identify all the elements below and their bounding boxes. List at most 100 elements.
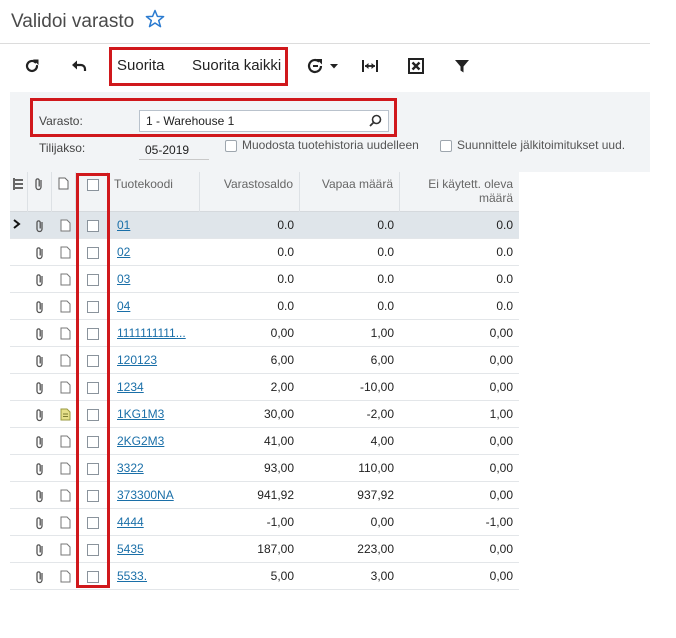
attachment-icon[interactable]	[34, 212, 54, 239]
available-value: 1,00	[370, 326, 394, 340]
unused-value: 0.0	[496, 272, 513, 286]
period-field[interactable]: 05-2019	[139, 141, 209, 160]
page-title: Validoi varasto	[11, 11, 135, 32]
product-code-link[interactable]: 5435	[111, 536, 200, 563]
note-icon[interactable]	[60, 428, 76, 455]
note-icon[interactable]	[60, 347, 76, 374]
unused-value: 0.0	[496, 299, 513, 313]
attachment-icon[interactable]	[34, 266, 54, 293]
unused-value: 0,00	[489, 434, 513, 448]
stock-value: 30,00	[263, 407, 294, 421]
available-value: 4,00	[370, 434, 394, 448]
available-value: 0.0	[377, 272, 394, 286]
plan-backorders-checkbox[interactable]	[440, 140, 452, 152]
product-code-link[interactable]: 04	[111, 293, 200, 320]
note-icon[interactable]	[60, 212, 76, 239]
unused-value: 0,00	[489, 569, 513, 583]
attachment-icon[interactable]	[34, 347, 54, 374]
stock-value: 941,92	[257, 488, 294, 502]
note-filled-icon[interactable]	[60, 401, 76, 428]
unused-value: 0.0	[496, 245, 513, 259]
note-icon[interactable]	[60, 509, 76, 536]
attachment-icon[interactable]	[34, 482, 54, 509]
current-row-arrow-icon	[10, 212, 28, 239]
available-value: 0.0	[377, 218, 394, 232]
toolbar: Suorita Suorita kaikki	[0, 45, 650, 89]
unused-value: 0,00	[489, 542, 513, 556]
note-icon[interactable]	[60, 320, 76, 347]
stock-value: 0.0	[277, 218, 294, 232]
product-code-link[interactable]: 02	[111, 239, 200, 266]
unused-value: -1,00	[485, 515, 513, 529]
stock-value: 0.0	[277, 245, 294, 259]
product-code-link[interactable]: 1KG1M3	[111, 401, 200, 428]
note-icon[interactable]	[60, 455, 76, 482]
product-code-link[interactable]: 1234	[111, 374, 200, 401]
attachment-header-icon	[28, 172, 52, 212]
filter-icon[interactable]	[450, 55, 474, 77]
available-value: 3,00	[370, 569, 394, 583]
attachment-icon[interactable]	[34, 428, 54, 455]
available-value: 110,00	[358, 461, 394, 475]
title-bar: Validoi varasto	[0, 0, 650, 44]
column-header-available[interactable]: Vapaa määrä	[300, 172, 400, 212]
refresh-icon[interactable]	[20, 55, 44, 77]
warehouse-value: 1 - Warehouse 1	[146, 114, 235, 128]
filter-form: Varasto: 1 - Warehouse 1 Tilijakso: 05-2…	[10, 92, 650, 172]
rebuild-history-checkbox[interactable]	[225, 140, 237, 152]
product-code-link[interactable]: 373300NA	[111, 482, 200, 509]
warehouse-field[interactable]: 1 - Warehouse 1	[139, 110, 389, 132]
selection-column-highlight	[76, 173, 110, 588]
note-icon[interactable]	[60, 482, 76, 509]
product-code-link[interactable]: 03	[111, 266, 200, 293]
available-value: 223,00	[357, 542, 394, 556]
undo-icon[interactable]	[67, 55, 91, 77]
run-button[interactable]: Suorita	[117, 57, 165, 74]
unused-value: 1,00	[489, 407, 513, 421]
export-excel-icon[interactable]	[404, 55, 428, 77]
attachment-icon[interactable]	[34, 293, 54, 320]
note-icon[interactable]	[60, 563, 76, 590]
search-icon[interactable]	[369, 114, 382, 130]
period-label: Tilijakso:	[39, 141, 86, 155]
stock-value: 93,00	[263, 461, 294, 475]
favorite-star-icon[interactable]	[145, 9, 165, 29]
product-code-link[interactable]: 5533.	[111, 563, 200, 590]
column-header-code[interactable]: Tuotekoodi	[108, 172, 200, 212]
attachment-icon[interactable]	[34, 563, 54, 590]
note-icon[interactable]	[60, 239, 76, 266]
available-value: 0,00	[370, 515, 394, 529]
note-icon[interactable]	[60, 536, 76, 563]
attachment-icon[interactable]	[34, 455, 54, 482]
product-code-link[interactable]: 3322	[111, 455, 200, 482]
note-icon[interactable]	[60, 374, 76, 401]
available-value: 6,00	[370, 353, 394, 367]
fit-columns-icon[interactable]	[358, 55, 382, 77]
product-code-link[interactable]: 01	[111, 212, 200, 239]
stock-value: 6,00	[270, 353, 294, 367]
attachment-icon[interactable]	[34, 401, 54, 428]
column-header-stock[interactable]: Varastosaldo	[200, 172, 300, 212]
available-value: -2,00	[366, 407, 394, 421]
action-menu-button[interactable]	[306, 55, 342, 77]
attachment-icon[interactable]	[34, 536, 54, 563]
column-header-unused[interactable]: Ei käytett. oleva määrä	[400, 172, 519, 212]
note-icon[interactable]	[60, 266, 76, 293]
row-selector-header-icon[interactable]	[10, 172, 28, 212]
product-code-link[interactable]: 1111111111...	[111, 320, 200, 347]
product-code-link[interactable]: 4444	[111, 509, 200, 536]
note-header-icon	[52, 172, 76, 212]
product-code-link[interactable]: 2KG2M3	[111, 428, 200, 455]
attachment-icon[interactable]	[34, 239, 54, 266]
run-all-button[interactable]: Suorita kaikki	[192, 57, 281, 74]
note-icon[interactable]	[60, 293, 76, 320]
attachment-icon[interactable]	[34, 509, 54, 536]
available-value: 0.0	[377, 245, 394, 259]
attachment-icon[interactable]	[34, 374, 54, 401]
unused-value: 0,00	[489, 380, 513, 394]
product-code-link[interactable]: 120123	[111, 347, 200, 374]
unused-value: 0,00	[489, 326, 513, 340]
attachment-icon[interactable]	[34, 320, 54, 347]
unused-value: 0.0	[496, 218, 513, 232]
stock-value: -1,00	[266, 515, 294, 529]
